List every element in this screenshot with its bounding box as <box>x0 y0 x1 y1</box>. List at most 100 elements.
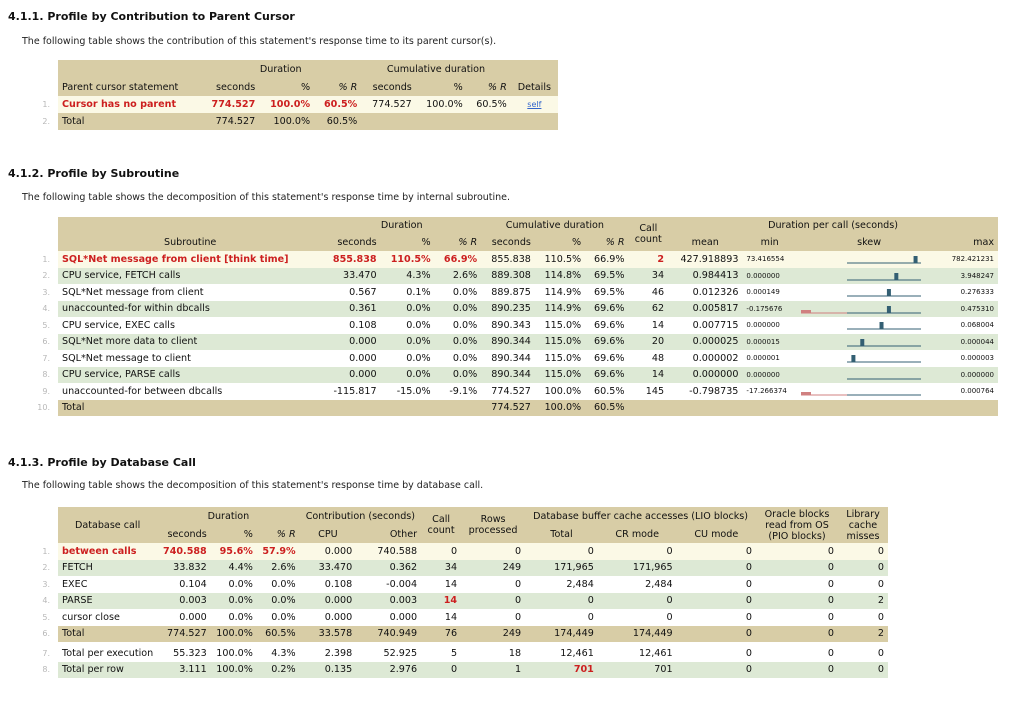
cell-seconds: 0.000 <box>322 333 381 350</box>
row-label: Total <box>58 113 201 130</box>
header-rows-processed: Rows processed <box>461 507 526 543</box>
details-self-link[interactable]: self <box>527 100 541 109</box>
cell-cum-percent-r: 66.9% <box>585 251 629 268</box>
cell-percent-r: 0.0% <box>434 317 482 334</box>
cell-rows-processed: 1 <box>461 661 526 678</box>
cell-mean: 0.005817 <box>668 300 743 317</box>
cell-percent-r: 60.5% <box>314 113 362 130</box>
cell-lio-total: 174,449 <box>525 625 598 642</box>
cell-skew <box>796 284 942 301</box>
row-number: 7. <box>22 645 58 662</box>
col-header: % <box>259 78 315 96</box>
section-desc-database-call: The following table shows the decomposit… <box>22 480 484 491</box>
cell-cr-mode: 0 <box>597 592 677 609</box>
row-number: 8. <box>22 366 58 383</box>
cell-rows-processed: 0 <box>461 576 526 593</box>
cell-cum-percent: 114.9% <box>534 284 586 301</box>
skew-sparkline <box>846 289 921 297</box>
cell-cum-percent-r: 69.5% <box>585 267 629 284</box>
cell-cr-mode: 171,965 <box>597 559 677 576</box>
row-number: 1. <box>22 543 58 560</box>
col-header: CPU <box>299 525 357 543</box>
cell-percent-r: 66.9% <box>434 251 482 268</box>
cell-other: 740.949 <box>356 625 422 642</box>
cell-cum-percent: 100.0% <box>415 96 467 113</box>
cell-percent: 100.0% <box>259 113 315 130</box>
cell-call-count: 62 <box>628 300 669 317</box>
table-row: 2. FETCH 33.832 4.4% 2.6% 33.470 0.362 34 249 171… <box>22 559 888 576</box>
cell-mean: 427.918893 <box>668 251 743 268</box>
header-cumulative: Cumulative duration <box>481 217 629 234</box>
cell-cum-percent-r: 69.6% <box>585 333 629 350</box>
cell-max: 0.276333 <box>941 284 998 301</box>
cell-pio: 0 <box>756 543 838 560</box>
cell-mean <box>668 399 743 416</box>
table-row: 8. Total per row 3.111 100.0% 0.2% 0.135 2.976… <box>22 661 888 678</box>
cell-min: 73.416554 <box>742 251 797 268</box>
col-header: CU mode <box>676 525 756 543</box>
cell-percent: 0.0% <box>210 609 257 626</box>
cell-min <box>742 399 797 416</box>
cell-rows-processed: 249 <box>461 625 526 642</box>
cell-library-misses: 0 <box>838 645 888 662</box>
table-row: 1. between calls 740.588 95.6% 57.9% 0.000 740… <box>22 543 888 560</box>
skew-bar <box>851 355 856 363</box>
col-header: Parent cursor statement <box>58 78 201 96</box>
row-number: 9. <box>22 383 58 400</box>
skew-negative-bar <box>800 392 811 396</box>
col-header: seconds <box>322 234 381 251</box>
cell-other: 52.925 <box>356 645 422 662</box>
cell-cu-mode: 0 <box>676 645 756 662</box>
cell-skew <box>796 350 942 367</box>
cell-percent-r: 0.0% <box>256 609 300 626</box>
cell-seconds: 774.527 <box>200 96 260 113</box>
cell-mean: 0.984413 <box>668 267 743 284</box>
cell-min: 0.000015 <box>742 333 797 350</box>
row-number: 5. <box>22 317 58 334</box>
cell-percent-r <box>434 399 482 416</box>
table-row-total: 2. Total 774.527 100.0% 60.5% <box>22 113 558 130</box>
cell-percent-r: 0.0% <box>434 284 482 301</box>
cell-min: 0.000149 <box>742 284 797 301</box>
cell-percent: 0.0% <box>380 366 435 383</box>
row-label: Total per row <box>58 661 158 678</box>
row-number: 3. <box>22 284 58 301</box>
cell-cum-seconds: 774.527 <box>481 383 535 400</box>
cell-seconds: 0.000 <box>322 366 381 383</box>
cell-mean: 0.000000 <box>668 366 743 383</box>
cell-percent-r: 0.0% <box>256 592 300 609</box>
table-row: 5. CPU service, EXEC calls 0.108 0.0% 0.0% 89… <box>22 317 998 334</box>
cell-max: 0.068004 <box>941 317 998 334</box>
cell-call-count: 2 <box>628 251 669 268</box>
table-row: 3. SQL*Net message from client 0.567 0.1% 0.… <box>22 284 998 301</box>
cell-seconds: 3.111 <box>157 661 211 678</box>
cell-seconds: 0.361 <box>322 300 381 317</box>
row-label: SQL*Net message from client <box>58 284 323 301</box>
row-number: 2. <box>22 559 58 576</box>
skew-sparkline <box>800 392 921 396</box>
row-label: Total <box>58 625 158 642</box>
table-row: 7. Total per execution 55.323 100.0% 4.3% 2.3… <box>22 645 888 662</box>
cell-cu-mode: 0 <box>676 592 756 609</box>
cell-call-count: 20 <box>628 333 669 350</box>
skew-bar <box>879 322 884 330</box>
col-header: seconds <box>157 525 211 543</box>
cell-percent: 100.0% <box>210 645 257 662</box>
cell-lio-total: 0 <box>525 543 598 560</box>
table-row: 6. SQL*Net more data to client 0.000 0.0% 0.… <box>22 333 998 350</box>
cell-cum-percent-r: 69.5% <box>585 284 629 301</box>
col-header: % R <box>466 78 511 96</box>
cell-min: 0.000000 <box>742 267 797 284</box>
cell-cum-percent-r: 60.5% <box>585 399 629 416</box>
cell-lio-total: 171,965 <box>525 559 598 576</box>
cell-percent-r: 57.9% <box>256 543 300 560</box>
table-row-total: 10. Total 774.527 100.0% 60.5% <box>22 399 998 416</box>
cell-other: 0.362 <box>356 559 422 576</box>
cell-cum-percent: 115.0% <box>534 366 586 383</box>
table-row: 8. CPU service, PARSE calls 0.000 0.0% 0.0% 8… <box>22 366 998 383</box>
cell-percent-r: 4.3% <box>256 645 300 662</box>
cell-cum-percent: 100.0% <box>534 383 586 400</box>
cell-max: 3.948247 <box>941 267 998 284</box>
col-header: skew <box>796 234 942 251</box>
cell-call-count <box>628 399 669 416</box>
